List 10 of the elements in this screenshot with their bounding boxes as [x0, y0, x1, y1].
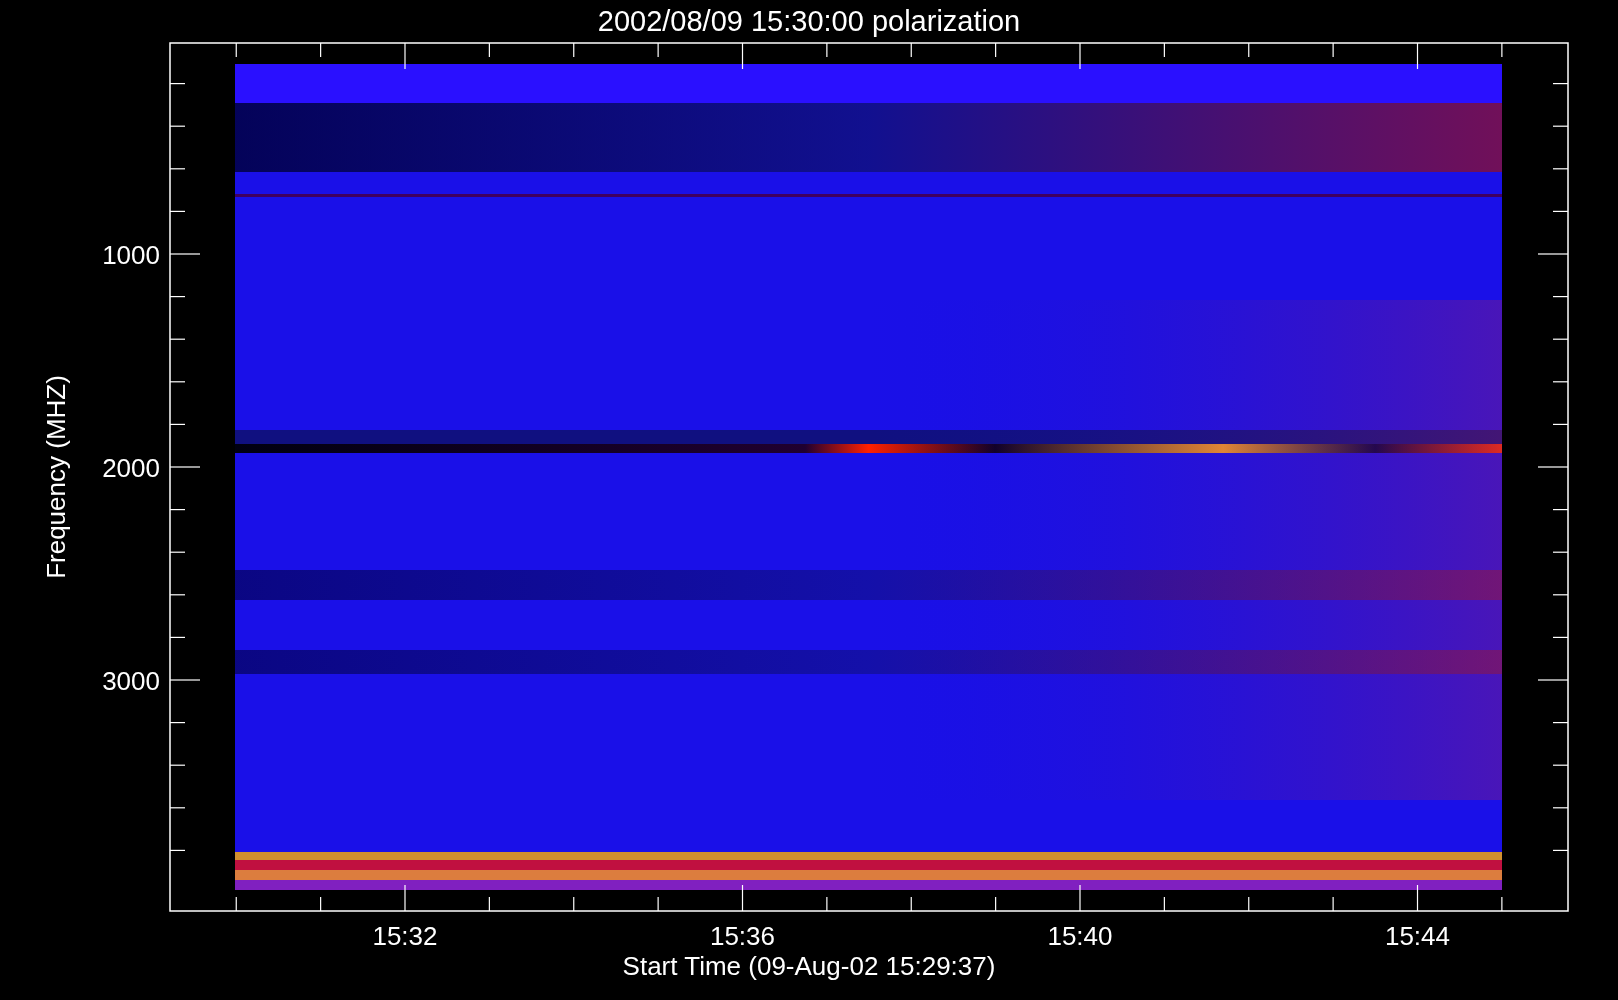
axis-title: Frequency (MHZ) [41, 375, 71, 579]
chart-title: 2002/08/09 15:30:00 polarization [597, 5, 1021, 37]
tick-label: 3000 [102, 666, 160, 696]
tick-label: 2000 [102, 453, 160, 483]
tick-label: 15:44 [1384, 921, 1451, 951]
axis-title: Start Time (09-Aug-02 15:29:37) [622, 951, 996, 981]
tick-label: 15:40 [1047, 921, 1113, 951]
tick-label: 15:32 [372, 921, 438, 951]
tick-label: 1000 [102, 240, 160, 270]
tick-label: 15:36 [709, 921, 776, 951]
